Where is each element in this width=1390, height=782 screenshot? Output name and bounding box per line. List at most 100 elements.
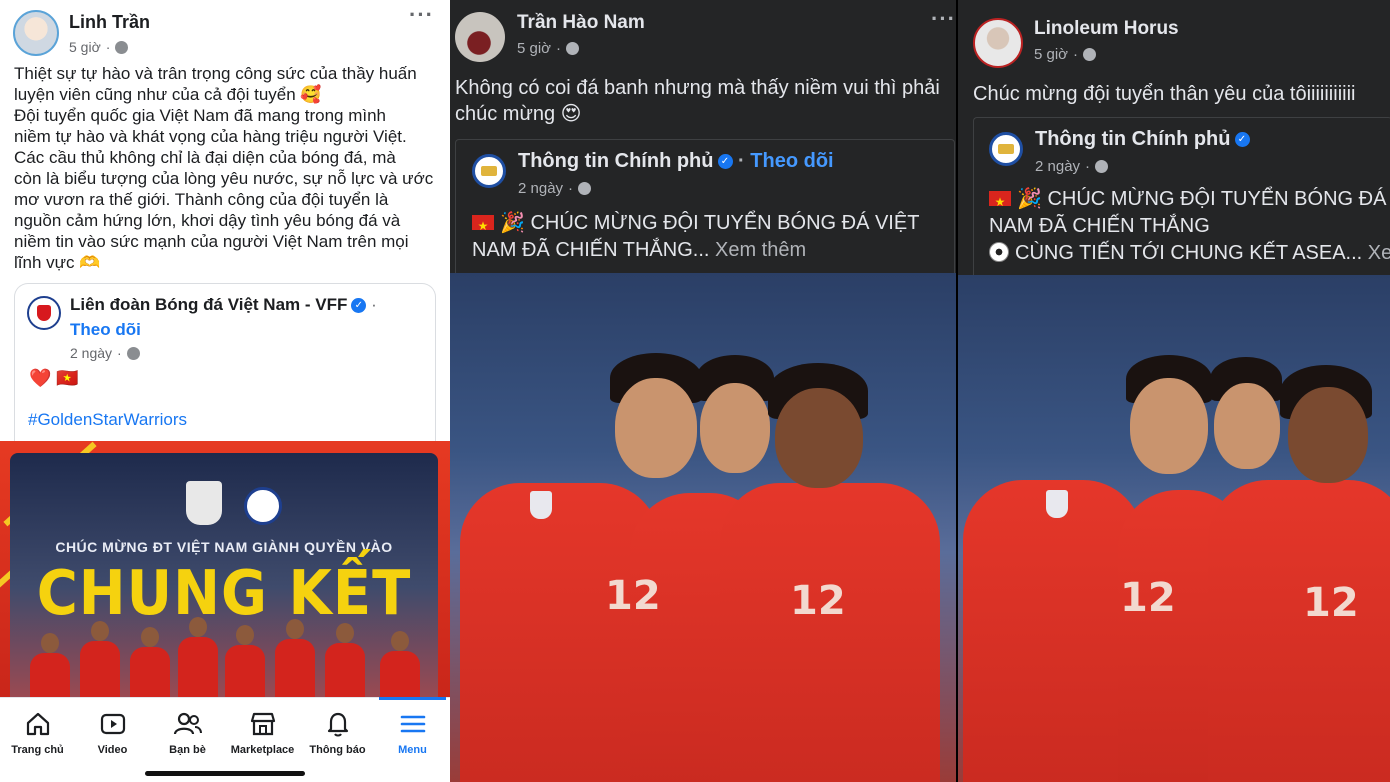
post-photo[interactable]: 12 12 xyxy=(450,273,956,782)
see-more-link[interactable]: Xem thêm xyxy=(715,239,806,261)
verified-badge-icon: ✓ xyxy=(351,298,367,314)
government-info-logo[interactable] xyxy=(472,154,506,188)
shared-page-name-text[interactable]: Thông tin Chính phủ xyxy=(518,150,714,172)
post-time[interactable]: 5 giờ xyxy=(1034,46,1068,63)
shared-post-text: 🎉 CHÚC MỪNG ĐỘI TUYỂN BÓNG ĐÁ VIỆT NAM Đ… xyxy=(472,210,952,264)
player-figure xyxy=(178,617,218,697)
globe-icon xyxy=(115,40,129,54)
post-text-line: niềm tự hào và khát vọng của hàng triệu … xyxy=(14,127,407,146)
shared-post-card[interactable]: Thông tin Chính phủ✓ 2 ngày · 🎉 CHÚC MỪN… xyxy=(973,117,1390,275)
see-more-link[interactable]: Xem xyxy=(1368,242,1390,264)
jersey-number: 12 xyxy=(1120,575,1176,621)
tab-friends[interactable]: Bạn bè xyxy=(150,698,225,768)
player-body xyxy=(963,480,1143,782)
player-head xyxy=(1130,378,1208,474)
post-time[interactable]: 5 giờ xyxy=(517,40,551,57)
promo-banner: CHÚC MỪNG ĐT VIỆT NAM GIÀNH QUYỀN VÀO CH… xyxy=(10,453,438,697)
globe-icon xyxy=(1095,160,1109,173)
shared-post-time[interactable]: 2 ngày xyxy=(70,345,112,361)
post-header: Trần Hào Nam 5 giờ · xyxy=(455,12,645,62)
shared-post-meta: 2 ngày · xyxy=(70,345,140,361)
tab-menu[interactable]: Menu xyxy=(375,697,450,768)
shared-post-card[interactable]: Liên đoàn Bóng đá Việt Nam - VFF ✓ · Theo… xyxy=(14,283,436,453)
post-text-line: mơ vươn ra thế giới. Thành công của đội … xyxy=(14,190,389,209)
shared-post-time[interactable]: 2 ngày xyxy=(518,180,563,197)
promo-title: CHUNG KẾT xyxy=(36,557,412,630)
tournament-logo xyxy=(186,481,222,525)
vietnam-flag-icon xyxy=(989,189,1011,216)
post-text-line: nguồn cảm hứng lớn, khơi dậy tình yêu bó… xyxy=(14,211,401,230)
verified-badge-icon: ✓ xyxy=(717,154,733,170)
post-identity: Linh Trần 5 giờ · xyxy=(69,12,150,55)
post-text-line: còn là biểu tượng của lòng yêu nước, sự … xyxy=(14,169,434,188)
vff-logo[interactable] xyxy=(27,296,61,330)
post-identity: Trần Hào Nam 5 giờ · xyxy=(517,12,645,57)
shared-page-name[interactable]: Liên đoàn Bóng đá Việt Nam - VFF ✓ · xyxy=(70,295,377,315)
separator: · xyxy=(1085,158,1091,175)
jersey-number: 12 xyxy=(790,578,846,624)
menu-icon xyxy=(400,715,425,733)
author-name[interactable]: Linh Trần xyxy=(69,12,150,33)
tab-marketplace[interactable]: Marketplace xyxy=(225,698,300,768)
shared-post-time[interactable]: 2 ngày xyxy=(1035,158,1080,175)
post-identity: Linoleum Horus 5 giờ · xyxy=(1034,18,1179,63)
post-text-line: Không có coi đá banh nhưng mà thấy niềm … xyxy=(455,77,940,99)
post-time[interactable]: 5 giờ xyxy=(69,39,101,55)
shared-page-name[interactable]: Thông tin Chính phủ ✓ · Theo dõi xyxy=(518,150,834,173)
shared-post-card[interactable]: Thông tin Chính phủ ✓ · Theo dõi 2 ngày ·… xyxy=(455,139,955,273)
tab-notifications[interactable]: Thông báo xyxy=(300,698,375,768)
author-name[interactable]: Trần Hào Nam xyxy=(517,12,645,34)
players-group xyxy=(30,617,430,697)
globe-icon xyxy=(578,182,592,195)
post-text-line: luyện viên cũng như của cả đội tuyển 🥰 xyxy=(14,85,322,104)
follow-button[interactable]: Theo dõi xyxy=(750,150,833,172)
globe-icon xyxy=(126,346,140,360)
tournament-badge xyxy=(530,491,552,519)
shared-page-name[interactable]: Thông tin Chính phủ ✓ xyxy=(1035,128,1250,151)
hashtag-link[interactable]: #GoldenStarWarriors xyxy=(28,410,187,430)
government-info-logo[interactable] xyxy=(989,132,1023,166)
avatar[interactable] xyxy=(455,12,505,62)
bottom-tab-bar: Trang chủ Video Bạn bè Marketplace Thông… xyxy=(0,697,450,782)
author-name[interactable]: Linoleum Horus xyxy=(1034,18,1179,40)
shared-page-name-text[interactable]: Liên đoàn Bóng đá Việt Nam - VFF xyxy=(70,295,347,314)
separator: · xyxy=(1073,46,1079,63)
promo-image[interactable]: CHÚC MỪNG ĐT VIỆT NAM GIÀNH QUYỀN VÀO CH… xyxy=(0,441,450,697)
player-head xyxy=(1214,383,1280,469)
tab-label: Bạn bè xyxy=(169,744,206,756)
tab-label: Thông báo xyxy=(309,744,366,756)
player-figure xyxy=(380,631,420,697)
bell-icon xyxy=(327,712,348,737)
separator: · xyxy=(366,295,377,314)
more-options-button[interactable]: ··· xyxy=(409,2,434,28)
tab-video[interactable]: Video xyxy=(75,698,150,768)
tab-label: Video xyxy=(97,744,128,756)
post-meta: 5 giờ · xyxy=(1034,46,1179,63)
separator: · xyxy=(568,180,574,197)
marketplace-icon xyxy=(250,712,275,736)
post-photo[interactable]: 12 12 xyxy=(958,275,1390,782)
shared-text-line: NAM ĐÃ CHIẾN THẮNG... xyxy=(472,239,710,261)
tab-home[interactable]: Trang chủ xyxy=(0,698,75,768)
shared-text-line: 🎉 CHÚC MỪNG ĐỘI TUYỂN BÓNG ĐÁ VIỆT xyxy=(500,212,920,234)
avatar[interactable] xyxy=(13,10,59,56)
player-body xyxy=(1208,480,1390,782)
post-text-line: Đội tuyển quốc gia Việt Nam đã mang tron… xyxy=(14,106,387,125)
shared-post-meta: 2 ngày · xyxy=(1035,158,1109,175)
home-indicator[interactable] xyxy=(145,771,305,776)
avatar[interactable] xyxy=(973,18,1023,68)
post-panel-linoleum-horus: Linoleum Horus 5 giờ · Chúc mừng đội tuy… xyxy=(956,0,1390,782)
post-text-line: Thiệt sự tự hào và trân trọng công sức c… xyxy=(14,64,417,83)
shared-page-name-text[interactable]: Thông tin Chính phủ xyxy=(1035,128,1231,150)
separator: · xyxy=(556,40,562,57)
post-meta: 5 giờ · xyxy=(69,39,150,55)
more-options-button[interactable]: ··· xyxy=(931,6,956,32)
verified-badge-icon: ✓ xyxy=(1234,132,1250,148)
post-text: Không có coi đá banh nhưng mà thấy niềm … xyxy=(455,75,955,127)
follow-button[interactable]: Theo dõi xyxy=(70,320,141,340)
globe-icon xyxy=(566,42,580,55)
post-meta: 5 giờ · xyxy=(517,40,645,57)
post-header: Linoleum Horus 5 giờ · xyxy=(973,18,1179,68)
post-header: Linh Trần 5 giờ · xyxy=(13,10,150,56)
player-figure xyxy=(275,619,315,697)
